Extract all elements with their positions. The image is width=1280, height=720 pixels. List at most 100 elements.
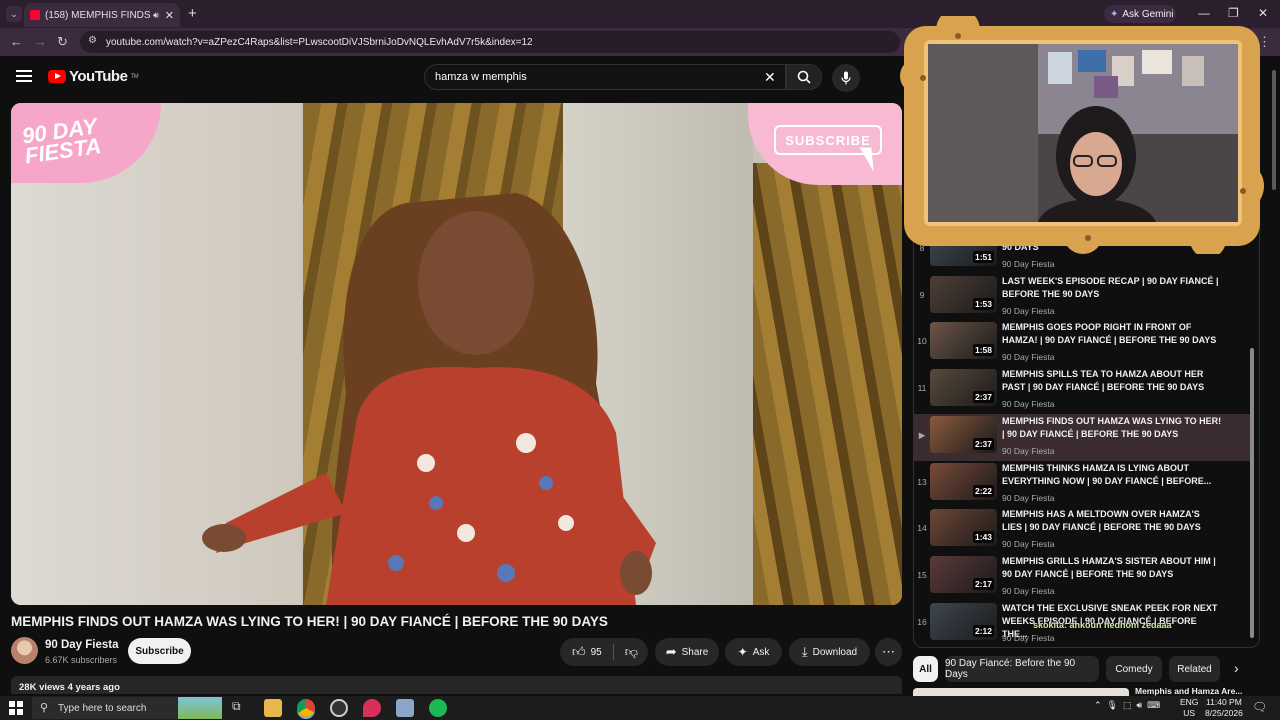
tab-search-button[interactable]: ⌄ [6,6,22,22]
playlist-index: 15 [917,569,927,580]
duration-badge: 2:12 [972,624,994,637]
page-scrollbar[interactable] [1270,60,1278,690]
playlist-item-title: MEMPHIS FINDS OUT HAMZA WAS LYING TO HER… [1002,415,1222,439]
more-actions-button[interactable]: ⋯ [875,638,902,666]
playlist-item-channel: 90 Day Fiesta [1002,352,1055,363]
windows-taskbar: ⚲ Type here to search ⧉ ⌃ 🎙︎ ⬚ 🔊︎ ⌨ ENG … [0,696,1280,720]
like-dislike-group: 👍︎ 95 👎︎ [560,638,648,666]
playlist-scrollbar[interactable] [1250,348,1254,638]
playlist-item[interactable]: ▶ 2:37 MEMPHIS FINDS OUT HAMZA WAS LYING T… [914,413,1250,461]
playlist-item-channel: 90 Day Fiesta [1002,632,1055,643]
clock-date: 8/25/2026 [1205,708,1243,718]
chip-all[interactable]: All [913,656,938,682]
related-chips: All 90 Day Fiancé: Before the 90 Days Co… [913,656,1273,682]
taskbar-search-box[interactable]: ⚲ Type here to search [32,697,222,719]
notifications-icon[interactable]: 🗨︎ [1252,700,1267,714]
menu-icon[interactable] [16,70,32,82]
search-button[interactable] [786,64,822,90]
scrollbar-thumb[interactable] [1272,70,1276,190]
youtube-logo[interactable]: YouTube TM [48,68,139,85]
playlist-item-channel: 90 Day Fiesta [1002,539,1055,550]
recommendation-peek[interactable]: Memphis and Hamza Are... [913,686,1243,696]
recommendation-thumbnail [913,688,1129,696]
playlist-thumbnail: 2:37 [930,369,997,407]
video-frame-person [202,193,656,605]
playlist-item-title: MEMPHIS GRILLS HAMZA'S SISTER ABOUT HIM … [1002,555,1216,579]
playlist-item-channel: 90 Day Fiesta [1002,399,1055,410]
taskbar-search-placeholder: Type here to search [58,702,147,714]
like-button[interactable]: 👍︎ 95 [572,644,602,660]
playlist-index: 11 [917,383,927,394]
spotify-icon[interactable] [429,699,447,717]
playlist-item[interactable]: 9 1:53 LAST WEEK'S EPISODE RECAP | 90 DAY … [914,274,1250,321]
address-bar[interactable]: ⚙ youtube.com/watch?v=aZPezC4Raps&list=P… [80,31,900,53]
playlist-item-channel: 90 Day Fiesta [1002,445,1055,456]
video-frame-curtain-right [753,163,902,605]
like-count: 95 [590,646,602,658]
playlist-item-title: MEMPHIS HAS A MELTDOWN OVER HAMZA'S LIES… [1002,509,1201,533]
playlist-thumbnail: 1:43 [930,509,997,547]
speaker-icon[interactable]: 🔊︎ [153,10,159,21]
playlist-item[interactable]: 10 1:58 MEMPHIS GOES POOP RIGHT IN FRONT O… [914,320,1250,367]
search-input[interactable]: hamza w memphis [424,64,786,90]
playlist-item[interactable]: 15 2:17 MEMPHIS GRILLS HAMZA'S SISTER ABOU… [914,554,1250,601]
duration-badge: 2:17 [972,577,994,590]
thumbs-down-icon[interactable]: 👎︎ [625,644,638,660]
playlist-thumbnail: 2:12 [930,602,997,640]
channel-name[interactable]: 90 Day Fiesta [45,639,119,651]
share-button[interactable]: ➦ Share [655,638,719,666]
playlist-item-channel: 90 Day Fiesta [1002,585,1055,596]
playlist-item-title: MEMPHIS THINKS HAMZA IS LYING ABOUT EVER… [1002,462,1212,486]
download-button[interactable]: ⤓ Download [789,638,870,666]
playlist-item[interactable]: 14 1:43 MEMPHIS HAS A MELTDOWN OVER HAMZA'… [914,507,1250,554]
voice-search-button[interactable] [832,64,860,92]
chip-related[interactable]: Related [1169,656,1220,682]
ask-button[interactable]: ✦ Ask [725,638,782,666]
new-tab-button[interactable]: + [188,5,197,22]
chip-comedy[interactable]: Comedy [1106,656,1162,682]
app-icon[interactable] [396,699,414,717]
playlist-item-channel: 90 Day Fiesta [1002,259,1055,269]
duration-badge: 2:22 [972,484,994,497]
language-indicator[interactable]: ENG US [1180,697,1198,719]
playlist-item[interactable]: 13 2:22 MEMPHIS THINKS HAMZA IS LYING ABOU… [914,461,1250,508]
taskbar-clock[interactable]: 11:40 PM 8/25/2026 [1205,697,1243,719]
recommendation-title: Memphis and Hamza Are... [1135,686,1243,696]
system-tray[interactable]: ⌃ 🎙︎ ⬚ 🔊︎ ⌨ [1094,700,1160,711]
playlist-item[interactable]: 11 2:37 MEMPHIS SPILLS TEA TO HAMZA ABOUT … [914,367,1250,414]
obs-icon[interactable] [330,699,348,717]
task-view-icon[interactable]: ⧉ [232,699,250,717]
site-info-icon[interactable]: ⚙ [88,35,97,46]
playlist-index: 10 [917,336,927,347]
download-icon: ⤓ [801,644,808,659]
file-explorer-icon[interactable] [264,699,282,717]
youtube-favicon-icon [30,10,40,20]
more-icon: ⋯ [882,644,895,659]
chip-90-day-fiance[interactable]: 90 Day Fiancé: Before the 90 Days [945,656,1099,682]
video-player[interactable]: 90 DAY FIESTA SUBSCRIBE [11,103,902,605]
duration-badge: 2:37 [972,437,994,450]
video-description-meta[interactable]: 28K views 4 years ago [11,676,902,694]
lang-top: ENG [1180,697,1199,707]
browser-tab[interactable]: (158) MEMPHIS FINDS OUT 🔊︎ ✕ [24,3,180,27]
tab-title: (158) MEMPHIS FINDS OUT [45,9,151,21]
playlist-index: ▶ [918,429,926,440]
maps-pin-icon[interactable] [363,699,381,717]
download-label: Download [812,646,858,658]
url-text: youtube.com/watch?v=aZPezC4Raps&list=PLw… [106,36,533,48]
chrome-icon[interactable] [297,699,315,717]
forward-icon[interactable]: → [34,34,47,49]
clear-search-icon[interactable]: ✕ [764,69,776,86]
reload-icon[interactable]: ↻ [57,34,68,50]
playlist-index: 13 [917,476,927,487]
playlist-index: 9 [919,289,925,300]
back-icon[interactable]: ← [10,34,23,49]
close-tab-icon[interactable]: ✕ [165,9,174,22]
stream-overlay-text: skokita: ahkoun hedhom zedaaa [1033,620,1172,630]
channel-avatar[interactable] [11,637,38,664]
chevron-right-icon[interactable]: › [1234,660,1239,676]
subscribe-button[interactable]: Subscribe [128,638,191,664]
windows-start-icon[interactable] [9,701,23,715]
search-highlight-icon [178,697,222,719]
playlist-thumbnail: 2:17 [930,555,997,593]
